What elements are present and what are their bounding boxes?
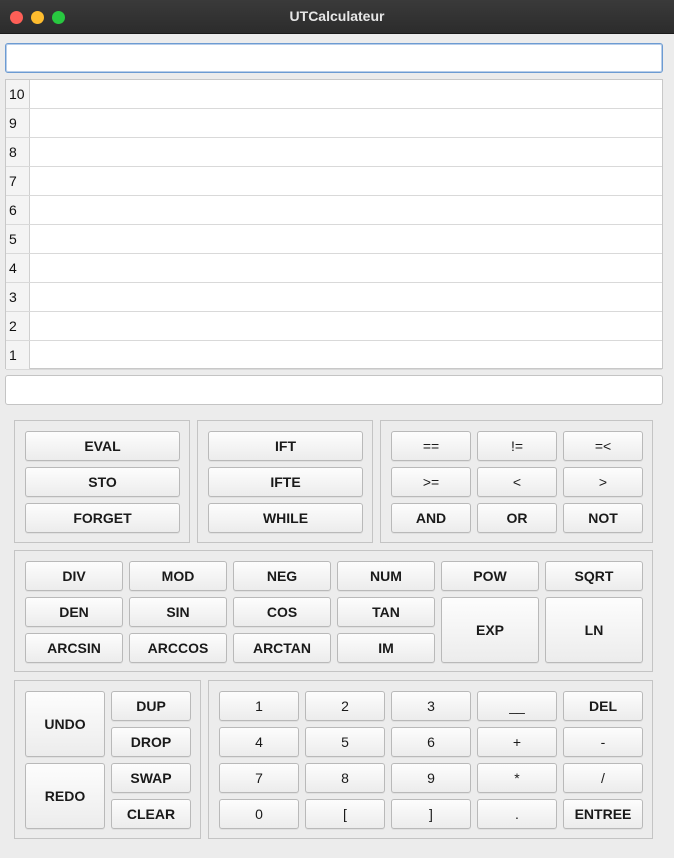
clear-button[interactable]: CLEAR	[111, 799, 191, 829]
dot-button[interactable]: .	[477, 799, 557, 829]
redo-button[interactable]: REDO	[25, 763, 105, 829]
digit-9-button[interactable]: 9	[391, 763, 471, 793]
sqrt-button[interactable]: SQRT	[545, 561, 643, 591]
multiply-button[interactable]: *	[477, 763, 557, 793]
arctan-button[interactable]: ARCTAN	[233, 633, 331, 663]
message-field	[5, 375, 663, 405]
num-button[interactable]: NUM	[337, 561, 435, 591]
minus-button[interactable]: -	[563, 727, 643, 757]
stack-row: 6	[6, 196, 662, 225]
pow-button[interactable]: POW	[441, 561, 539, 591]
stack-row: 2	[6, 312, 662, 341]
less-or-equal-button[interactable]: =<	[563, 431, 643, 461]
stack-row: 4	[6, 254, 662, 283]
stack-index: 9	[6, 109, 30, 137]
title-bar: UTCalculateur	[0, 0, 674, 34]
stack-row: 10	[6, 80, 662, 109]
stack-row: 3	[6, 283, 662, 312]
stack-index: 1	[6, 341, 30, 369]
stack-index: 7	[6, 167, 30, 195]
and-button[interactable]: AND	[391, 503, 471, 533]
dup-button[interactable]: DUP	[111, 691, 191, 721]
stack-index: 10	[6, 80, 30, 108]
digit-1-button[interactable]: 1	[219, 691, 299, 721]
plus-button[interactable]: +	[477, 727, 557, 757]
divide-button[interactable]: /	[563, 763, 643, 793]
underscore-button[interactable]: __	[477, 691, 557, 721]
sin-button[interactable]: SIN	[129, 597, 227, 627]
stack-display: 10 9 8 7 6 5 4 3 2 1	[5, 79, 663, 370]
exp-button[interactable]: EXP	[441, 597, 539, 663]
or-button[interactable]: OR	[477, 503, 557, 533]
window-title: UTCalculateur	[289, 8, 385, 24]
eval-button[interactable]: EVAL	[25, 431, 180, 461]
mod-button[interactable]: MOD	[129, 561, 227, 591]
neg-button[interactable]: NEG	[233, 561, 331, 591]
digit-5-button[interactable]: 5	[305, 727, 385, 757]
while-button[interactable]: WHILE	[208, 503, 363, 533]
not-button[interactable]: NOT	[563, 503, 643, 533]
im-button[interactable]: IM	[337, 633, 435, 663]
forget-button[interactable]: FORGET	[25, 503, 180, 533]
stack-index: 8	[6, 138, 30, 166]
stack-row: 7	[6, 167, 662, 196]
right-bracket-button[interactable]: ]	[391, 799, 471, 829]
digit-6-button[interactable]: 6	[391, 727, 471, 757]
digit-3-button[interactable]: 3	[391, 691, 471, 721]
div-button[interactable]: DIV	[25, 561, 123, 591]
stack-index: 3	[6, 283, 30, 311]
stack-row: 9	[6, 109, 662, 138]
entree-button[interactable]: ENTREE	[563, 799, 643, 829]
ifte-button[interactable]: IFTE	[208, 467, 363, 497]
less-than-button[interactable]: <	[477, 467, 557, 497]
drop-button[interactable]: DROP	[111, 727, 191, 757]
stack-index: 5	[6, 225, 30, 253]
stack-index: 4	[6, 254, 30, 282]
ln-button[interactable]: LN	[545, 597, 643, 663]
digit-2-button[interactable]: 2	[305, 691, 385, 721]
digit-4-button[interactable]: 4	[219, 727, 299, 757]
ift-button[interactable]: IFT	[208, 431, 363, 461]
not-equals-button[interactable]: !=	[477, 431, 557, 461]
stack-index: 2	[6, 312, 30, 340]
stack-row: 8	[6, 138, 662, 167]
left-bracket-button[interactable]: [	[305, 799, 385, 829]
digit-0-button[interactable]: 0	[219, 799, 299, 829]
tan-button[interactable]: TAN	[337, 597, 435, 627]
greater-or-equal-button[interactable]: >=	[391, 467, 471, 497]
equals-button[interactable]: ==	[391, 431, 471, 461]
den-button[interactable]: DEN	[25, 597, 123, 627]
cos-button[interactable]: COS	[233, 597, 331, 627]
stack-index: 6	[6, 196, 30, 224]
digit-8-button[interactable]: 8	[305, 763, 385, 793]
stack-row: 5	[6, 225, 662, 254]
del-button[interactable]: DEL	[563, 691, 643, 721]
arcsin-button[interactable]: ARCSIN	[25, 633, 123, 663]
arccos-button[interactable]: ARCCOS	[129, 633, 227, 663]
sto-button[interactable]: STO	[25, 467, 180, 497]
undo-button[interactable]: UNDO	[25, 691, 105, 757]
digit-7-button[interactable]: 7	[219, 763, 299, 793]
swap-button[interactable]: SWAP	[111, 763, 191, 793]
command-input[interactable]	[5, 43, 663, 73]
stack-row: 1	[6, 341, 662, 370]
greater-than-button[interactable]: >	[563, 467, 643, 497]
